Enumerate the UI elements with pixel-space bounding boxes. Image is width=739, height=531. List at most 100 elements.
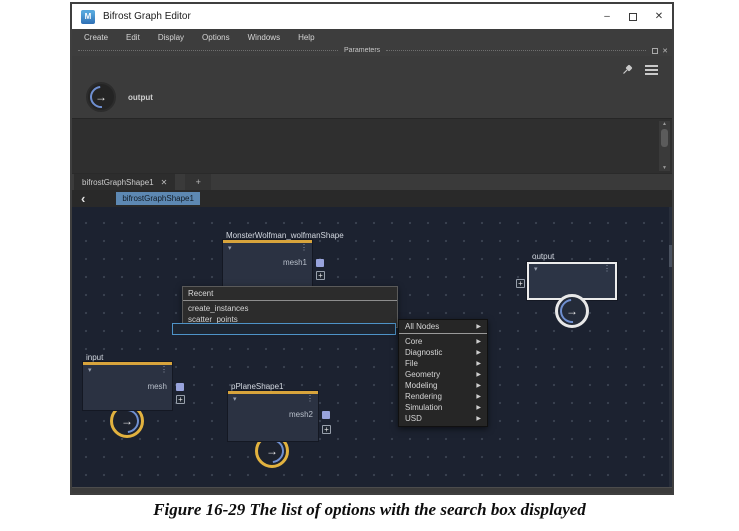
dock-header-icons: ✕ — [652, 47, 668, 55]
add-tab-button[interactable]: + — [185, 174, 211, 190]
io-arc — [86, 82, 117, 113]
maximize-button[interactable] — [620, 4, 646, 29]
node-pplaneshape1[interactable]: pPlaneShape1 ▾ ⋮ mesh2 + — [228, 391, 318, 441]
category-core[interactable]: Core ▶ — [399, 336, 487, 347]
submenu-arrow-icon: ▶ — [476, 415, 481, 422]
node-input[interactable]: input ▾ ⋮ mesh + — [83, 362, 172, 410]
panel-menu-icon[interactable] — [645, 65, 658, 75]
node-search-input[interactable] — [172, 323, 396, 335]
pin-icon[interactable] — [622, 64, 633, 75]
output-node-icon: → — [86, 82, 116, 112]
breadcrumb: ‹ bifrostGraphShape1 — [72, 190, 672, 207]
scroll-down-icon[interactable]: ▼ — [662, 165, 667, 171]
recent-item-create-instances[interactable]: create_instances — [183, 303, 397, 314]
breadcrumb-current[interactable]: bifrostGraphShape1 — [116, 192, 200, 205]
minimize-button[interactable]: – — [594, 4, 620, 29]
add-port-button[interactable]: + — [316, 271, 325, 280]
output-io-circle[interactable]: → — [555, 294, 589, 328]
back-chevron-icon[interactable]: ‹ — [81, 192, 85, 205]
maximize-icon — [629, 13, 637, 21]
category-label: Modeling — [405, 381, 437, 390]
output-parameter-label: output — [128, 93, 153, 102]
node-menu-icon[interactable]: ⋮ — [300, 243, 308, 252]
menu-bar: Create Edit Display Options Windows Help — [72, 29, 672, 45]
collapse-icon[interactable]: ▾ — [88, 366, 92, 374]
window-title: Bifrost Graph Editor — [103, 11, 191, 22]
collapse-icon[interactable]: ▾ — [233, 395, 237, 403]
menu-display[interactable]: Display — [149, 33, 193, 42]
app-icon-letter: M — [85, 12, 92, 21]
undock-icon[interactable] — [652, 48, 658, 54]
window-controls: – ✕ — [594, 4, 672, 29]
submenu-arrow-icon: ▶ — [476, 338, 481, 345]
category-all-nodes[interactable]: All Nodes ▶ — [399, 320, 487, 334]
node-menu-icon[interactable]: ⋮ — [160, 365, 168, 374]
category-label: All Nodes — [405, 322, 439, 331]
add-port-button[interactable]: + — [176, 395, 185, 404]
node-menu-icon[interactable]: ⋮ — [306, 394, 314, 403]
category-usd[interactable]: USD ▶ — [399, 413, 487, 424]
bifrost-app-icon: M — [81, 10, 95, 24]
category-label: Core — [405, 337, 422, 346]
figure-caption: Figure 16-29 The list of options with th… — [0, 500, 739, 520]
minimize-icon: – — [604, 11, 610, 22]
dock-grip-left — [78, 50, 338, 51]
node-title: MonsterWolfman_wolfmanShape — [226, 231, 344, 240]
node-graph-canvas[interactable]: MonsterWolfman_wolfmanShape ▾ ⋮ mesh1 + … — [72, 207, 672, 487]
node-menu-icon[interactable]: ⋮ — [603, 264, 611, 273]
category-rendering[interactable]: Rendering ▶ — [399, 391, 487, 402]
add-port-button[interactable]: + — [322, 425, 331, 434]
tab-label: bifrostGraphShape1 — [82, 178, 154, 187]
close-button[interactable]: ✕ — [646, 4, 672, 29]
scroll-up-icon[interactable]: ▲ — [662, 121, 667, 127]
output-parameter-row[interactable]: → output — [86, 82, 153, 112]
port-square[interactable] — [316, 259, 324, 267]
port-square[interactable] — [176, 383, 184, 391]
scrollbar-thumb[interactable] — [661, 129, 668, 147]
category-geometry[interactable]: Geometry ▶ — [399, 369, 487, 380]
node-title: output — [532, 252, 554, 261]
category-file[interactable]: File ▶ — [399, 358, 487, 369]
category-simulation[interactable]: Simulation ▶ — [399, 402, 487, 413]
category-label: Diagnostic — [405, 348, 442, 357]
graph-tab-bar: bifrostGraphShape1 ✕ + — [72, 173, 672, 190]
node-category-menu: All Nodes ▶ Core ▶ Diagnostic ▶ File ▶ G… — [398, 319, 488, 427]
add-tab-icon: + — [196, 177, 201, 187]
submenu-arrow-icon: ▶ — [476, 349, 481, 356]
menu-create[interactable]: Create — [75, 33, 117, 42]
menu-windows[interactable]: Windows — [239, 33, 289, 42]
graph-horizontal-scrollbar[interactable] — [72, 487, 672, 493]
parameters-toolbar — [622, 64, 658, 75]
submenu-arrow-icon: ▶ — [476, 404, 481, 411]
submenu-arrow-icon: ▶ — [476, 382, 481, 389]
graph-vertical-scrollbar[interactable] — [669, 207, 672, 487]
dock-grip-right — [386, 50, 646, 51]
category-modeling[interactable]: Modeling ▶ — [399, 380, 487, 391]
parameters-scrollbar[interactable]: ▲ ▼ — [659, 121, 670, 171]
dock-close-icon[interactable]: ✕ — [662, 47, 668, 55]
category-label: Rendering — [405, 392, 442, 401]
recent-header: Recent — [183, 287, 397, 301]
add-port-button[interactable]: + — [516, 279, 525, 288]
collapse-icon[interactable]: ▾ — [228, 244, 232, 252]
parameters-panel-title: Parameters — [344, 47, 380, 54]
parameters-empty-area: ▲ ▼ — [72, 118, 672, 173]
node-title: pPlaneShape1 — [231, 382, 284, 391]
node-monsterwolfman[interactable]: MonsterWolfman_wolfmanShape ▾ ⋮ mesh1 + — [223, 240, 312, 287]
port-label: mesh — [147, 382, 167, 391]
port-square[interactable] — [322, 411, 330, 419]
menu-edit[interactable]: Edit — [117, 33, 149, 42]
collapse-icon[interactable]: ▾ — [534, 265, 538, 273]
category-diagnostic[interactable]: Diagnostic ▶ — [399, 347, 487, 358]
submenu-arrow-icon: ▶ — [476, 371, 481, 378]
port-label: mesh2 — [289, 410, 313, 419]
parameters-dock-header[interactable]: Parameters ✕ — [72, 45, 672, 56]
graph-scrollbar-thumb[interactable] — [669, 245, 672, 267]
tab-close-icon[interactable]: ✕ — [161, 178, 168, 187]
menu-options[interactable]: Options — [193, 33, 239, 42]
category-label: Simulation — [405, 403, 442, 412]
menu-help[interactable]: Help — [289, 33, 323, 42]
port-label: mesh1 — [283, 258, 307, 267]
tab-bifrostgraphshape1[interactable]: bifrostGraphShape1 ✕ — [74, 174, 175, 190]
recent-nodes-popup: Recent create_instances scatter_points — [182, 286, 398, 328]
